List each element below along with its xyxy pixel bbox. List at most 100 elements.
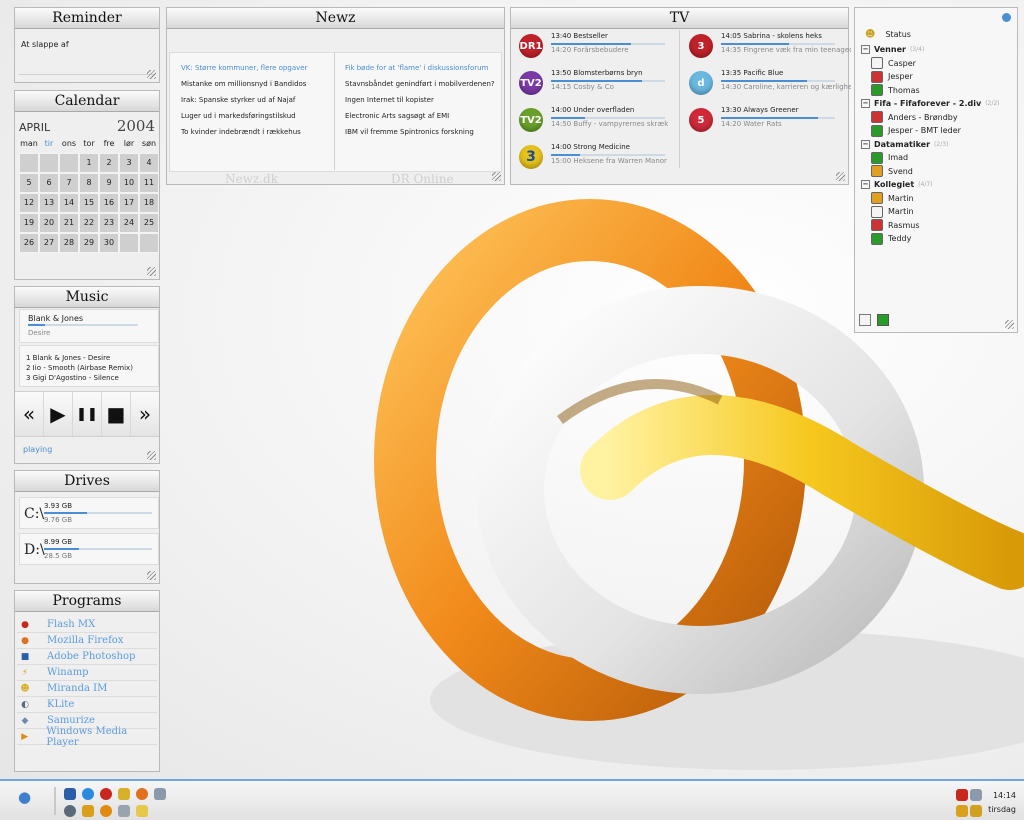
tv-channel[interactable]: 3 14:00 Strong Medicine 15:00 Heksene fra … xyxy=(515,143,681,179)
resize-grip[interactable] xyxy=(147,571,156,580)
playlist-item[interactable]: 1 Blank & Jones - Desire xyxy=(26,353,133,363)
calendar-day[interactable]: 26 xyxy=(19,233,39,253)
stop-button[interactable]: ■ xyxy=(102,392,131,436)
contact-item[interactable]: Imad xyxy=(871,151,908,164)
calendar-day[interactable]: 24 xyxy=(119,213,139,233)
language-tray-icon[interactable] xyxy=(970,805,982,817)
tv-channel[interactable]: 3 14:05 Sabrina - skolens heks 14:35 Fingr… xyxy=(685,32,851,68)
calendar-day[interactable]: 17 xyxy=(119,193,139,213)
calendar-day[interactable]: 8 xyxy=(79,173,99,193)
tv-channel[interactable]: d 13:35 Pacific Blue 14:30 Caroline, karri… xyxy=(685,69,851,105)
resize-grip[interactable] xyxy=(147,267,156,276)
calendar-day[interactable]: 14 xyxy=(59,193,79,213)
calendar-day[interactable]: 2 xyxy=(99,153,119,173)
contact-item[interactable]: Teddy xyxy=(871,232,911,245)
calendar-day[interactable]: 25 xyxy=(139,213,159,233)
clock[interactable]: 14:14 tirsdag xyxy=(988,789,1016,817)
flash-icon[interactable] xyxy=(100,788,112,800)
contact-item[interactable]: Rasmus xyxy=(871,219,919,232)
calendar-day[interactable]: 18 xyxy=(139,193,159,213)
news-headline[interactable]: Mistanke om millionsnyd i Bandidos xyxy=(181,76,345,92)
contact-item[interactable]: Martin xyxy=(871,192,914,205)
calendar-day[interactable]: 9 xyxy=(99,173,119,193)
contact-item[interactable]: Martin xyxy=(871,205,914,218)
calendar-day[interactable]: 3 xyxy=(119,153,139,173)
calendar-day[interactable]: 27 xyxy=(39,233,59,253)
resize-grip[interactable] xyxy=(147,451,156,460)
apple-menu-icon[interactable]: ● xyxy=(18,788,31,806)
playlist-item[interactable]: 3 Gigi D'Agostino - Silence xyxy=(26,373,133,383)
media-player-icon[interactable] xyxy=(100,805,112,817)
winamp-tray-icon[interactable] xyxy=(956,805,968,817)
winamp-icon[interactable] xyxy=(82,805,94,817)
calendar-day[interactable]: 21 xyxy=(59,213,79,233)
tv-channel[interactable]: TV2 14:00 Under overfladen 14:50 Buffy - v… xyxy=(515,106,681,142)
calendar-day[interactable]: 30 xyxy=(99,233,119,253)
contact-group[interactable]: − Datamatiker (2/3) xyxy=(861,138,948,151)
resize-grip[interactable] xyxy=(836,172,845,181)
calendar-day[interactable]: 16 xyxy=(99,193,119,213)
news-headline[interactable]: IBM vil fremme Spintronics forskning xyxy=(345,124,509,140)
calendar-day[interactable]: 11 xyxy=(139,173,159,193)
status-row[interactable]: ☻ Status xyxy=(865,28,911,41)
program-item[interactable]: ◐ KLite xyxy=(17,697,157,713)
contact-item[interactable]: Jesper xyxy=(871,70,913,83)
calendar-day[interactable]: 13 xyxy=(39,193,59,213)
folder-icon[interactable] xyxy=(136,805,148,817)
news-headline[interactable]: VK: Større kommuner, flere opgaver xyxy=(181,60,345,76)
tv-channel[interactable]: DR1 13:40 Bestseller 14:20 Forårsbebudere xyxy=(515,32,681,68)
calendar-day[interactable]: 5 xyxy=(19,173,39,193)
printer-tray-icon[interactable] xyxy=(970,789,982,801)
menu-icon[interactable] xyxy=(1002,13,1011,22)
program-item[interactable]: ▶ Windows Media Player xyxy=(17,726,157,748)
klite-icon[interactable] xyxy=(64,805,76,817)
drive-icon[interactable] xyxy=(118,805,130,817)
next-button[interactable]: » xyxy=(131,392,159,436)
calendar-day[interactable]: 15 xyxy=(79,193,99,213)
drive-c[interactable]: C:\ 3.93 GB 9.76 GB xyxy=(19,497,159,529)
calendar-day[interactable]: 7 xyxy=(59,173,79,193)
newz-source-1[interactable]: Newz.dk xyxy=(225,172,278,186)
tv-channel[interactable]: TV2 13:50 Blomsterbørns bryn 14:15 Cosby &… xyxy=(515,69,681,105)
firefox-icon[interactable] xyxy=(136,788,148,800)
news-headline[interactable]: Electronic Arts sagsøgt af EMI xyxy=(345,108,509,124)
program-item[interactable]: ⚡ Winamp xyxy=(17,665,157,681)
add-contact-icon[interactable] xyxy=(859,314,871,326)
contact-item[interactable]: Jesper - BMT leder xyxy=(871,124,961,137)
calendar-day[interactable]: 20 xyxy=(39,213,59,233)
play-button[interactable]: ▶ xyxy=(44,392,73,436)
drive-d[interactable]: D:\ 8.99 GB 28.5 GB xyxy=(19,533,159,565)
program-item[interactable]: ☻ Miranda IM xyxy=(17,681,157,697)
news-headline[interactable]: To kvinder indebrændt i rækkehus xyxy=(181,124,345,140)
pause-button[interactable]: ❚❚ xyxy=(73,392,102,436)
track-progress-bar[interactable] xyxy=(28,324,138,326)
news-headline[interactable]: Fik bøde for at 'flame' i diskussionsfor… xyxy=(345,60,509,76)
resize-grip[interactable] xyxy=(1005,320,1014,329)
contact-group[interactable]: − Venner (3/4) xyxy=(861,43,924,56)
calendar-day[interactable]: 12 xyxy=(19,193,39,213)
calendar-day[interactable]: 4 xyxy=(139,153,159,173)
calendar-day[interactable]: 1 xyxy=(79,153,99,173)
program-item[interactable]: ● Flash MX xyxy=(17,617,157,633)
tv-channel[interactable]: 5 13:30 Always Greener 14:20 Water Rats xyxy=(685,106,851,142)
program-item[interactable]: ● Mozilla Firefox xyxy=(17,633,157,649)
resize-grip[interactable] xyxy=(147,70,156,79)
playlist-item[interactable]: 2 Iio - Smooth (Airbase Remix) xyxy=(26,363,133,373)
contact-item[interactable]: Thomas xyxy=(871,84,920,97)
news-headline[interactable]: Ingen Internet til kopister xyxy=(345,92,509,108)
program-item[interactable]: ■ Adobe Photoshop xyxy=(17,649,157,665)
previous-button[interactable]: « xyxy=(15,392,44,436)
calendar-day[interactable]: 29 xyxy=(79,233,99,253)
contact-item[interactable]: Casper xyxy=(871,57,916,70)
calendar-day[interactable]: 6 xyxy=(39,173,59,193)
network-tray-icon[interactable] xyxy=(956,789,968,801)
news-headline[interactable]: Luger ud i markedsføringstilskud xyxy=(181,108,345,124)
contact-group[interactable]: − Fifa - Fifaforever - 2.div (2/2) xyxy=(861,97,1000,110)
newz-source-2[interactable]: DR Online xyxy=(391,172,454,186)
calendar-day[interactable]: 28 xyxy=(59,233,79,253)
options-icon[interactable] xyxy=(877,314,889,326)
calendar-day[interactable]: 23 xyxy=(99,213,119,233)
calendar-day[interactable]: 19 xyxy=(19,213,39,233)
resize-grip[interactable] xyxy=(492,172,501,181)
photoshop-icon[interactable] xyxy=(64,788,76,800)
